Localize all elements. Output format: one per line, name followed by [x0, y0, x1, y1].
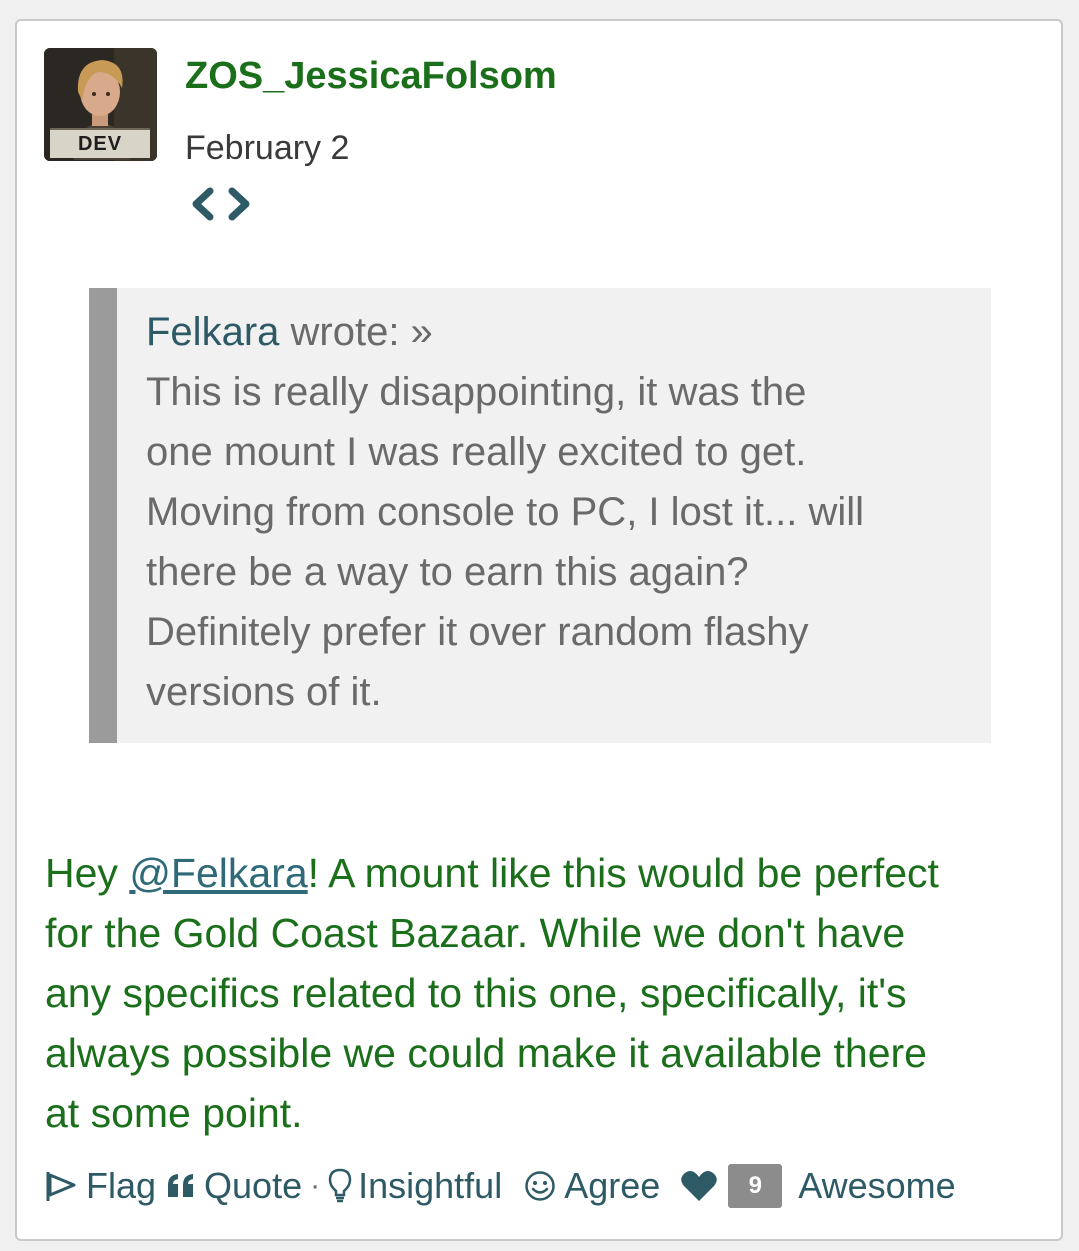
quote-author-link[interactable]: Felkara	[146, 310, 279, 354]
avatar[interactable]: DEV	[44, 48, 157, 161]
reply-line: always possible we could make it availab…	[45, 1030, 927, 1076]
insightful-label: Insightful	[358, 1165, 503, 1206]
quote-wrote-label: wrote: »	[279, 310, 433, 354]
reply-line: any specifics related to this one, speci…	[45, 970, 907, 1016]
agree-label: Agree	[564, 1165, 661, 1206]
agree-button[interactable]: Agree	[524, 1165, 660, 1207]
quote-line: one mount I was really excited to get.	[146, 430, 807, 474]
reply-line-rest: ! A mount like this would be perfect	[307, 850, 939, 896]
reply-line: Hey @Felkara! A mount like this would be…	[45, 843, 1045, 903]
smiley-icon	[525, 1171, 555, 1201]
dev-badge: DEV	[50, 128, 150, 158]
quote-line: there be a way to earn this again?	[146, 550, 749, 594]
lightbulb-icon	[328, 1168, 352, 1203]
quote-line: Definitely prefer it over random flashy	[146, 610, 809, 654]
quote-line: This is really disappointing, it was the	[146, 370, 807, 414]
awesome-button[interactable]: 9 Awesome	[680, 1164, 956, 1208]
quote-icon	[168, 1174, 194, 1197]
quote-header: Felkara wrote: »	[146, 302, 961, 362]
reply-line: at some point.	[45, 1090, 303, 1136]
flag-icon	[46, 1172, 76, 1201]
quote-block: Felkara wrote: » This is really disappoi…	[89, 288, 991, 743]
reply-text: Hey @Felkara! A mount like this would be…	[45, 843, 1045, 1143]
reply-greeting: Hey	[45, 850, 130, 896]
awesome-count-badge: 9	[728, 1164, 783, 1208]
reaction-bar: Flag Quote · Insightful Agree 9 Awesome	[44, 1163, 956, 1209]
quote-line: versions of it.	[146, 670, 382, 714]
post-date[interactable]: February 2	[185, 128, 349, 168]
quote-button[interactable]: Quote	[166, 1165, 302, 1207]
quote-label: Quote	[204, 1165, 303, 1206]
quote-line: Moving from console to PC, I lost it... …	[146, 490, 865, 534]
reply-line: for the Gold Coast Bazaar. While we don'…	[45, 910, 906, 956]
insightful-button[interactable]: Insightful	[328, 1165, 502, 1207]
author-name[interactable]: ZOS_JessicaFolsom	[185, 54, 557, 98]
mention-link[interactable]: @Felkara	[129, 850, 307, 896]
flag-label: Flag	[86, 1165, 157, 1206]
awesome-label: Awesome	[798, 1165, 956, 1206]
heart-icon	[681, 1171, 718, 1201]
embed-code-icon[interactable]	[190, 185, 254, 223]
separator: ·	[310, 1169, 321, 1202]
flag-button[interactable]: Flag	[44, 1165, 156, 1207]
